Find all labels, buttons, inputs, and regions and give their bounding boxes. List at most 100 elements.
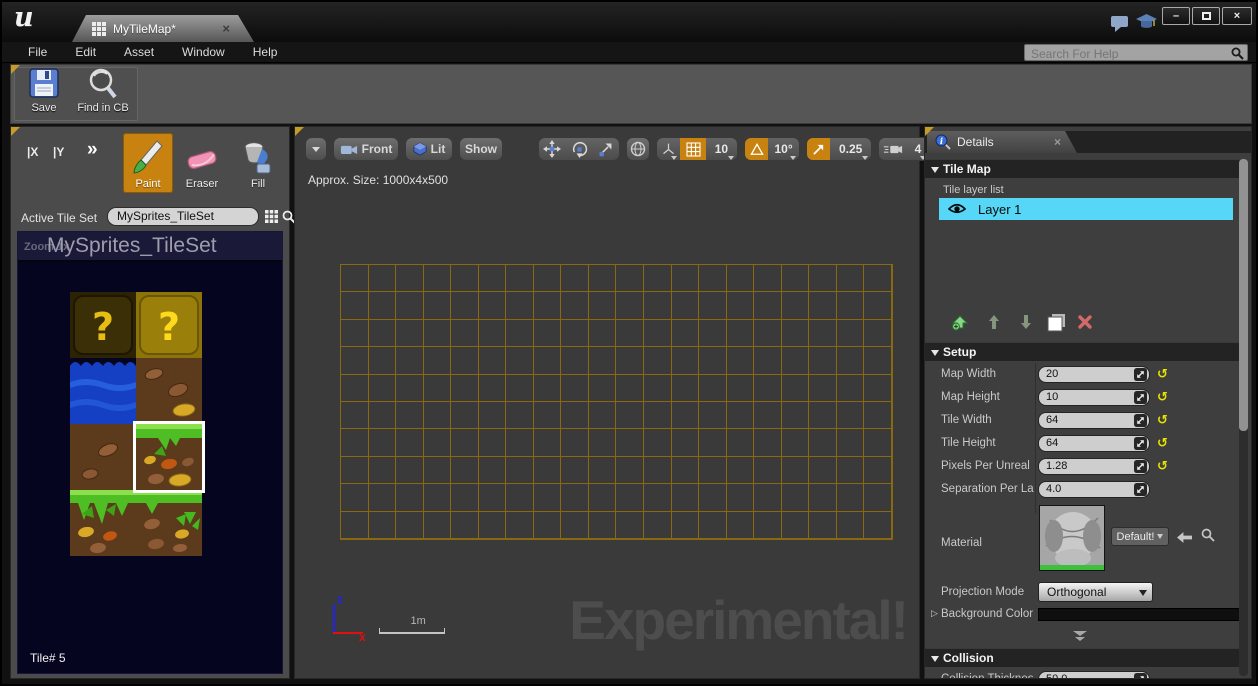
grid-cell[interactable] — [424, 484, 452, 511]
grid-cell[interactable] — [699, 484, 727, 511]
grid-cell[interactable] — [479, 265, 507, 292]
grid-cell[interactable] — [837, 265, 865, 292]
grid-cell[interactable] — [369, 347, 397, 374]
grid-cell[interactable] — [727, 347, 755, 374]
grid-cell[interactable] — [589, 457, 617, 484]
move-layer-down-button[interactable] — [1019, 314, 1033, 335]
grid-cell[interactable] — [809, 347, 837, 374]
grid-cell[interactable] — [369, 320, 397, 347]
palette-tile-5[interactable] — [136, 424, 202, 490]
minimize-button[interactable]: – — [1162, 7, 1190, 25]
menu-edit[interactable]: Edit — [61, 42, 110, 63]
palette-tile-0[interactable]: ? — [70, 292, 136, 358]
grid-cell[interactable] — [837, 457, 865, 484]
grid-cell[interactable] — [506, 320, 534, 347]
grid-cell[interactable] — [534, 347, 562, 374]
grid-cell[interactable] — [479, 347, 507, 374]
tile-height-field[interactable]: 64 — [1038, 435, 1150, 452]
asset-tab-mytilemap[interactable]: MyTileMap* × — [72, 15, 254, 42]
grid-cell[interactable] — [644, 484, 672, 511]
expand-toolbar-icon[interactable]: » — [87, 139, 98, 161]
grid-cell[interactable] — [534, 402, 562, 429]
grid-cell[interactable] — [534, 429, 562, 456]
grid-cell[interactable] — [561, 265, 589, 292]
grid-cell[interactable] — [809, 320, 837, 347]
translate-tool-button[interactable] — [539, 138, 566, 160]
layer-row-selected[interactable]: Layer 1 — [939, 198, 1233, 220]
feedback-icon[interactable] — [1110, 15, 1129, 37]
world-local-space-button[interactable] — [626, 137, 650, 161]
grid-cell[interactable] — [644, 292, 672, 319]
save-button[interactable]: Save — [21, 67, 67, 114]
value-spinner-icon[interactable] — [1134, 414, 1147, 432]
grid-cell[interactable] — [561, 457, 589, 484]
grid-cell[interactable] — [672, 347, 700, 374]
tutorials-icon[interactable] — [1136, 14, 1157, 36]
flip-y-button[interactable]: |Y — [49, 143, 68, 161]
grid-cell[interactable] — [424, 375, 452, 402]
grid-cell[interactable] — [534, 512, 562, 539]
grid-cell[interactable] — [809, 429, 837, 456]
view-mode-button[interactable]: Lit — [405, 137, 453, 161]
grid-cell[interactable] — [809, 512, 837, 539]
expand-row-icon[interactable]: ▷ — [931, 608, 938, 619]
value-spinner-icon[interactable] — [1134, 483, 1147, 501]
grid-cell[interactable] — [864, 512, 892, 539]
grid-cell[interactable] — [809, 375, 837, 402]
reset-to-default-icon[interactable]: ↺ — [1157, 366, 1168, 382]
grid-cell[interactable] — [341, 402, 369, 429]
grid-cell[interactable] — [589, 484, 617, 511]
grid-cell[interactable] — [727, 375, 755, 402]
grid-cell[interactable] — [754, 457, 782, 484]
grid-cell[interactable] — [616, 484, 644, 511]
background-color-swatch[interactable] — [1038, 608, 1242, 621]
grid-cell[interactable] — [782, 402, 810, 429]
grid-cell[interactable] — [864, 320, 892, 347]
use-selected-asset-button[interactable] — [1177, 530, 1192, 548]
grid-cell[interactable] — [754, 265, 782, 292]
grid-cell[interactable] — [672, 292, 700, 319]
grid-cell[interactable] — [424, 512, 452, 539]
column-splitter[interactable] — [1035, 363, 1036, 513]
grid-cell[interactable] — [396, 402, 424, 429]
tile-set-picker-grid-icon[interactable] — [265, 210, 278, 228]
grid-cell[interactable] — [727, 292, 755, 319]
projection-mode-dropdown[interactable]: Orthogonal — [1038, 582, 1153, 602]
details-scrollbar[interactable] — [1239, 159, 1248, 676]
grid-cell[interactable] — [451, 265, 479, 292]
grid-cell[interactable] — [864, 429, 892, 456]
grid-cell[interactable] — [644, 402, 672, 429]
grid-cell[interactable] — [864, 375, 892, 402]
grid-snap-toggle[interactable] — [680, 138, 705, 160]
grid-cell[interactable] — [809, 484, 837, 511]
grid-cell[interactable] — [644, 429, 672, 456]
grid-cell[interactable] — [424, 265, 452, 292]
close-tab-icon[interactable]: × — [222, 21, 230, 36]
grid-cell[interactable] — [561, 320, 589, 347]
palette-tile-7[interactable] — [136, 490, 202, 556]
grid-cell[interactable] — [424, 347, 452, 374]
grid-snap-value[interactable]: 10 — [706, 138, 737, 160]
grid-cell[interactable] — [369, 429, 397, 456]
close-details-icon[interactable]: × — [1054, 135, 1061, 149]
grid-cell[interactable] — [561, 512, 589, 539]
grid-cell[interactable] — [396, 429, 424, 456]
grid-cell[interactable] — [506, 457, 534, 484]
grid-cell[interactable] — [424, 402, 452, 429]
grid-cell[interactable] — [782, 457, 810, 484]
find-in-cb-button[interactable]: Find in CB — [71, 67, 135, 114]
grid-cell[interactable] — [589, 512, 617, 539]
grid-cell[interactable] — [837, 292, 865, 319]
grid-cell[interactable] — [616, 292, 644, 319]
grid-cell[interactable] — [479, 320, 507, 347]
details-tab[interactable]: i Details × — [927, 131, 1077, 153]
grid-cell[interactable] — [782, 512, 810, 539]
map-width-field[interactable]: 20 — [1038, 366, 1150, 383]
grid-cell[interactable] — [782, 484, 810, 511]
grid-cell[interactable] — [727, 320, 755, 347]
show-advanced-expander[interactable] — [1071, 629, 1089, 647]
grid-cell[interactable] — [369, 402, 397, 429]
grid-cell[interactable] — [754, 512, 782, 539]
grid-cell[interactable] — [616, 512, 644, 539]
grid-cell[interactable] — [561, 292, 589, 319]
